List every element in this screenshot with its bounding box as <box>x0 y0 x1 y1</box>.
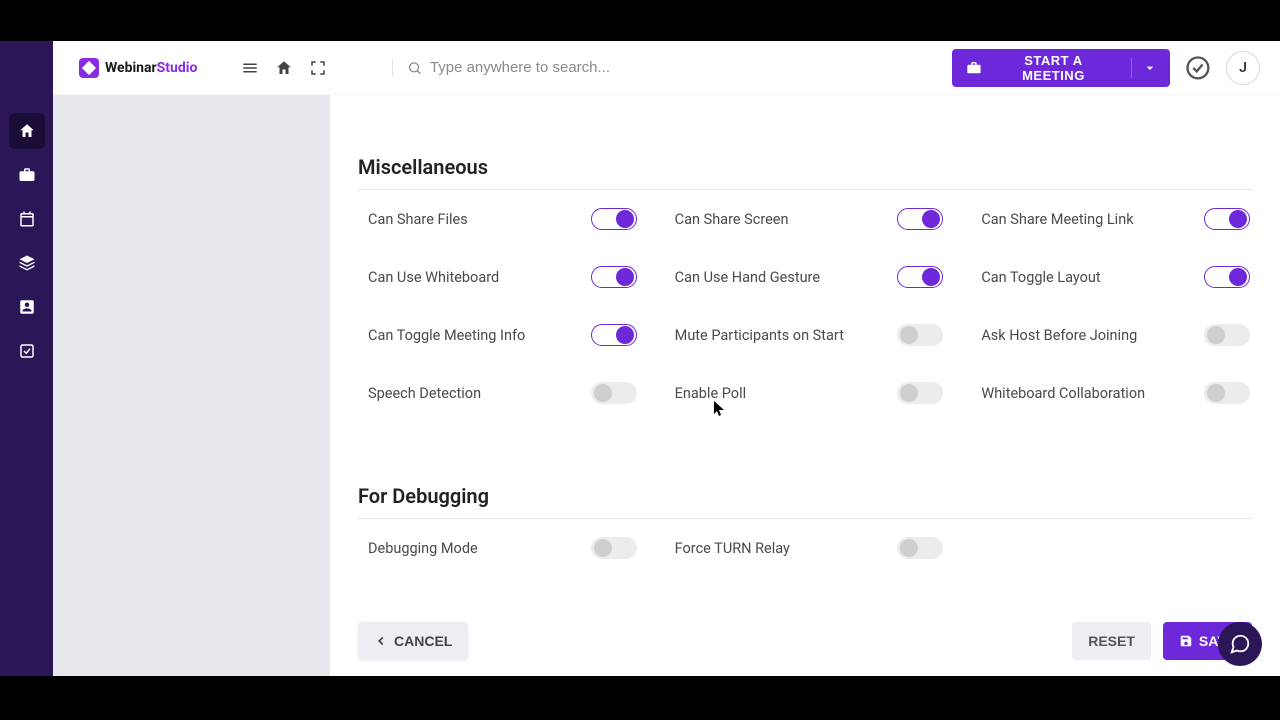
chat-fab[interactable] <box>1218 622 1262 666</box>
option-label: Can Toggle Meeting Info <box>368 327 525 344</box>
option-wb-collab: Whiteboard Collaboration <box>981 382 1250 404</box>
search-input[interactable] <box>430 59 952 76</box>
option-can-share-files: Can Share Files <box>368 208 637 230</box>
toggle-can-share-link[interactable] <box>1204 208 1250 230</box>
side-nav <box>0 41 53 676</box>
option-label: Can Share Screen <box>675 211 789 228</box>
reset-button[interactable]: RESET <box>1072 622 1151 660</box>
option-label: Whiteboard Collaboration <box>981 385 1145 402</box>
toggle-can-toggle-info[interactable] <box>591 324 637 346</box>
toggle-can-toggle-layout[interactable] <box>1204 266 1250 288</box>
nav-meetings[interactable] <box>9 157 45 193</box>
nav-contacts[interactable] <box>9 289 45 325</box>
settings-content: Miscellaneous Can Share Files Can Share … <box>330 95 1280 676</box>
brand-badge-icon <box>79 58 99 78</box>
toggle-debug-mode[interactable] <box>591 537 637 559</box>
cancel-label: CANCEL <box>394 633 452 649</box>
footer-actions: CANCEL RESET SAVE <box>330 622 1280 660</box>
start-meeting-label: START A MEETING <box>991 53 1115 83</box>
brand-logo[interactable]: WebinarStudio <box>79 58 197 78</box>
toggle-can-whiteboard[interactable] <box>591 266 637 288</box>
start-meeting-button[interactable]: START A MEETING <box>952 49 1171 87</box>
search-wrap <box>392 59 952 76</box>
option-ask-host: Ask Host Before Joining <box>981 324 1250 346</box>
left-subnav <box>53 95 330 676</box>
option-can-share-link: Can Share Meeting Link <box>981 208 1250 230</box>
nav-tasks[interactable] <box>9 333 45 369</box>
toggle-can-share-screen[interactable] <box>897 208 943 230</box>
menu-toggle-icon[interactable] <box>233 51 267 85</box>
option-label: Force TURN Relay <box>675 540 790 557</box>
option-label: Can Use Whiteboard <box>368 269 499 286</box>
chevron-left-icon <box>374 634 388 648</box>
status-check-icon[interactable] <box>1184 54 1212 82</box>
cancel-button[interactable]: CANCEL <box>358 622 468 660</box>
option-label: Debugging Mode <box>368 540 478 557</box>
option-can-toggle-layout: Can Toggle Layout <box>981 266 1250 288</box>
nav-stack[interactable] <box>9 245 45 281</box>
option-label: Speech Detection <box>368 385 481 402</box>
avatar[interactable]: J <box>1226 51 1260 85</box>
option-can-share-screen: Can Share Screen <box>675 208 944 230</box>
save-icon <box>1179 634 1193 648</box>
toggle-enable-poll[interactable] <box>897 382 943 404</box>
search-icon <box>407 60 422 76</box>
home-icon[interactable] <box>267 51 301 85</box>
topbar: WebinarStudio START A MEETING <box>53 41 1280 95</box>
option-enable-poll: Enable Poll <box>675 382 944 404</box>
briefcase-icon <box>966 60 982 76</box>
option-debug-mode: Debugging Mode <box>368 537 637 559</box>
option-can-whiteboard: Can Use Whiteboard <box>368 266 637 288</box>
nav-home[interactable] <box>9 113 45 149</box>
option-label: Can Toggle Layout <box>981 269 1100 286</box>
option-speech-detection: Speech Detection <box>368 382 637 404</box>
section-title-misc: Miscellaneous <box>358 155 1252 179</box>
toggle-can-share-files[interactable] <box>591 208 637 230</box>
option-label: Mute Participants on Start <box>675 327 844 344</box>
toggle-speech-detection[interactable] <box>591 382 637 404</box>
brand-text: WebinarStudio <box>105 60 197 76</box>
option-label: Can Share Files <box>368 211 468 228</box>
toggle-ask-host[interactable] <box>1204 324 1250 346</box>
reset-label: RESET <box>1088 633 1135 649</box>
option-force-turn: Force TURN Relay <box>675 537 944 559</box>
option-label: Ask Host Before Joining <box>981 327 1137 344</box>
avatar-initial: J <box>1239 60 1247 76</box>
toggle-can-hand-gesture[interactable] <box>897 266 943 288</box>
chevron-down-icon <box>1142 60 1158 76</box>
option-label: Enable Poll <box>675 385 746 402</box>
section-title-debug: For Debugging <box>358 484 1252 508</box>
toggle-force-turn[interactable] <box>897 537 943 559</box>
option-can-hand-gesture: Can Use Hand Gesture <box>675 266 944 288</box>
fullscreen-icon[interactable] <box>301 51 335 85</box>
nav-calendar[interactable] <box>9 201 45 237</box>
option-label: Can Use Hand Gesture <box>675 269 820 286</box>
option-label: Can Share Meeting Link <box>981 211 1133 228</box>
option-can-toggle-info: Can Toggle Meeting Info <box>368 324 637 346</box>
chat-icon <box>1229 633 1251 655</box>
toggle-wb-collab[interactable] <box>1204 382 1250 404</box>
toggle-mute-on-start[interactable] <box>897 324 943 346</box>
option-mute-on-start: Mute Participants on Start <box>675 324 944 346</box>
